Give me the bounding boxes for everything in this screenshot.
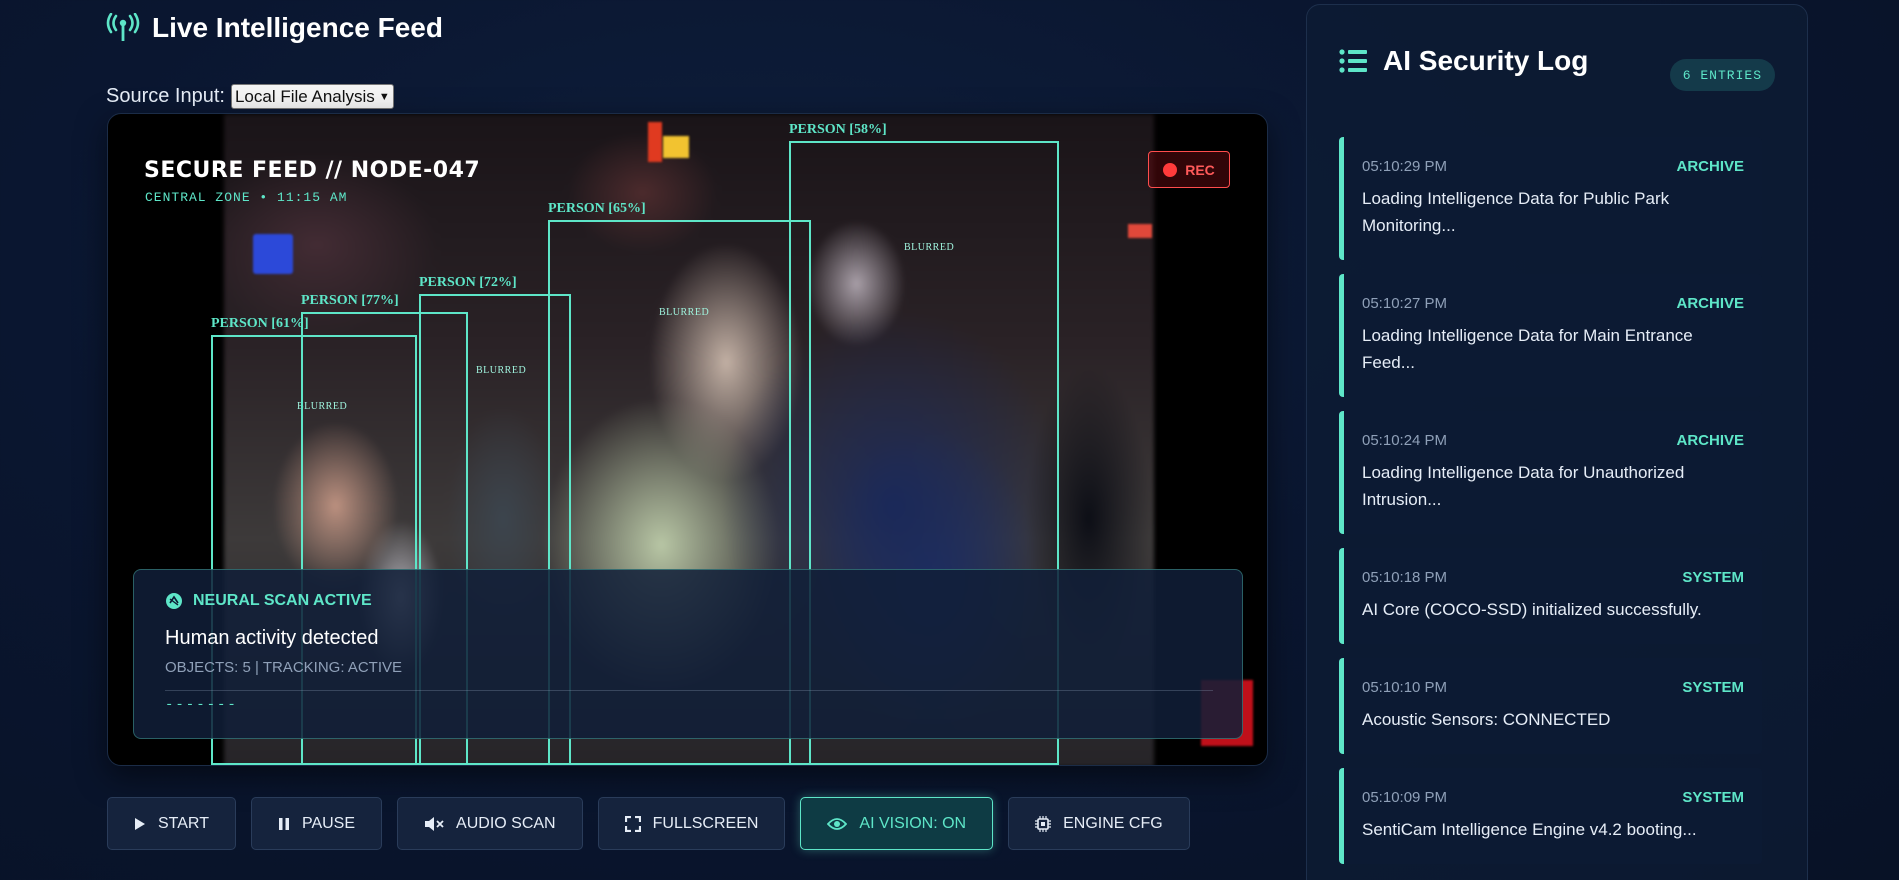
- log-time: 05:10:27 PM: [1362, 295, 1448, 312]
- log-message: Loading Intelligence Data for Unauthoriz…: [1362, 463, 1685, 509]
- detection-label: PERSON [65%]: [548, 201, 646, 216]
- log-time: 05:10:09 PM: [1362, 789, 1448, 806]
- pause-label: PAUSE: [301, 814, 356, 832]
- detection-label: PERSON [58%]: [789, 122, 887, 137]
- chevron-down-icon: ▼: [378, 90, 390, 103]
- log-message: Acoustic Sensors: CONNECTED: [1362, 710, 1611, 729]
- blur-tag: BLURRED: [904, 242, 955, 253]
- fullscreen-button[interactable]: FULLSCREEN: [597, 797, 786, 850]
- control-bar: START PAUSE AUDIO SCAN FULLSCREEN AI VIS…: [107, 797, 1190, 850]
- neural-scan-panel: NEURAL SCAN ACTIVE Human activity detect…: [133, 569, 1243, 739]
- detection-label: PERSON [61%]: [211, 316, 309, 331]
- log-entry: 05:10:18 PM SYSTEM AI Core (COCO-SSD) ini…: [1339, 548, 1762, 644]
- log-time: 05:10:29 PM: [1362, 158, 1448, 175]
- video-feed[interactable]: PERSON [61%] BLURRED PERSON [77%] BLURRE…: [107, 113, 1268, 766]
- list-icon: [1339, 49, 1367, 73]
- log-time: 05:10:18 PM: [1362, 569, 1448, 586]
- log-time: 05:10:24 PM: [1362, 432, 1448, 449]
- source-input-row: Source Input: Local File Analysis ▼: [106, 84, 394, 109]
- pause-icon: [278, 817, 289, 830]
- log-entry: 05:10:24 PM ARCHIVE Loading Intelligence …: [1339, 411, 1762, 534]
- log-entry: 05:10:10 PM SYSTEM Acoustic Sensors: CONN…: [1339, 658, 1762, 754]
- log-time: 05:10:10 PM: [1362, 679, 1448, 696]
- pause-button[interactable]: PAUSE: [250, 797, 383, 850]
- log-type: SYSTEM: [1682, 789, 1744, 806]
- log-header: AI Security Log: [1339, 45, 1588, 77]
- source-input-label: Source Input:: [106, 85, 225, 107]
- log-type: ARCHIVE: [1676, 158, 1744, 175]
- expand-icon: [624, 815, 641, 832]
- log-message: AI Core (COCO-SSD) initialized successfu…: [1362, 600, 1702, 619]
- feed-header: Live Intelligence Feed: [106, 10, 443, 46]
- log-type: SYSTEM: [1682, 679, 1744, 696]
- scene-sign: [663, 136, 689, 158]
- rec-label: REC: [1185, 161, 1215, 178]
- log-message: Loading Intelligence Data for Public Par…: [1362, 189, 1670, 235]
- source-input-select[interactable]: Local File Analysis ▼: [230, 84, 394, 109]
- feed-location-time: CENTRAL ZONE • 11:15 AM: [145, 190, 348, 205]
- log-message: Loading Intelligence Data for Main Entra…: [1362, 326, 1693, 372]
- log-entry: 05:10:29 PM ARCHIVE Loading Intelligence …: [1339, 137, 1762, 260]
- scan-meta: OBJECTS: 5 | TRACKING: ACTIVE: [165, 659, 403, 676]
- entries-count-badge: 6 ENTRIES: [1669, 59, 1775, 91]
- play-icon: [135, 817, 145, 830]
- start-label: START: [158, 814, 209, 832]
- scan-header: NEURAL SCAN ACTIVE: [165, 592, 1211, 610]
- scan-divider: [165, 690, 1213, 691]
- feed-id: SECURE FEED // NODE-047: [144, 158, 481, 183]
- scan-title: NEURAL SCAN ACTIVE: [193, 592, 372, 609]
- audio-scan-label: AUDIO SCAN: [456, 814, 556, 832]
- scan-message: Human activity detected: [165, 627, 379, 649]
- detection-label: PERSON [77%]: [301, 293, 399, 308]
- scene-sign: [1128, 224, 1152, 238]
- scene-sign: [648, 122, 662, 162]
- audio-scan-button[interactable]: AUDIO SCAN: [397, 797, 583, 850]
- log-entry: 05:10:27 PM ARCHIVE Loading Intelligence …: [1339, 274, 1762, 397]
- log-title: AI Security Log: [1383, 45, 1589, 76]
- log-type: SYSTEM: [1682, 569, 1744, 586]
- source-input-value: Local File Analysis: [234, 86, 375, 106]
- fullscreen-label: FULLSCREEN: [652, 814, 759, 832]
- start-button[interactable]: START: [107, 797, 236, 850]
- log-entry: 05:10:09 PM SYSTEM SentiCam Intelligence …: [1339, 768, 1762, 864]
- eye-icon: [827, 817, 848, 830]
- ai-vision-label: AI VISION: ON: [859, 814, 967, 832]
- cpu-icon: [1035, 815, 1052, 832]
- volume-mute-icon: [425, 816, 444, 831]
- log-type: ARCHIVE: [1676, 432, 1744, 449]
- blur-tag: BLURRED: [659, 307, 710, 318]
- security-log-panel: AI Security Log 6 ENTRIES 05:10:29 PM ARC…: [1306, 4, 1808, 880]
- rec-badge: REC: [1148, 151, 1230, 188]
- engine-cfg-label: ENGINE CFG: [1063, 814, 1163, 832]
- detection-label: PERSON [72%]: [419, 275, 517, 290]
- log-message: SentiCam Intelligence Engine v4.2 bootin…: [1362, 820, 1697, 839]
- engine-cfg-button[interactable]: ENGINE CFG: [1008, 797, 1190, 850]
- rec-dot-icon: [1163, 162, 1178, 177]
- ai-vision-toggle[interactable]: AI VISION: ON: [800, 797, 994, 850]
- log-list: 05:10:29 PM ARCHIVE Loading Intelligence …: [1339, 137, 1762, 878]
- scene-sign: [253, 234, 293, 274]
- page-title: Live Intelligence Feed: [152, 12, 443, 43]
- scan-progress: -------: [165, 697, 238, 713]
- brain-icon: [166, 593, 182, 609]
- log-type: ARCHIVE: [1676, 295, 1744, 312]
- broadcast-icon: [106, 13, 140, 41]
